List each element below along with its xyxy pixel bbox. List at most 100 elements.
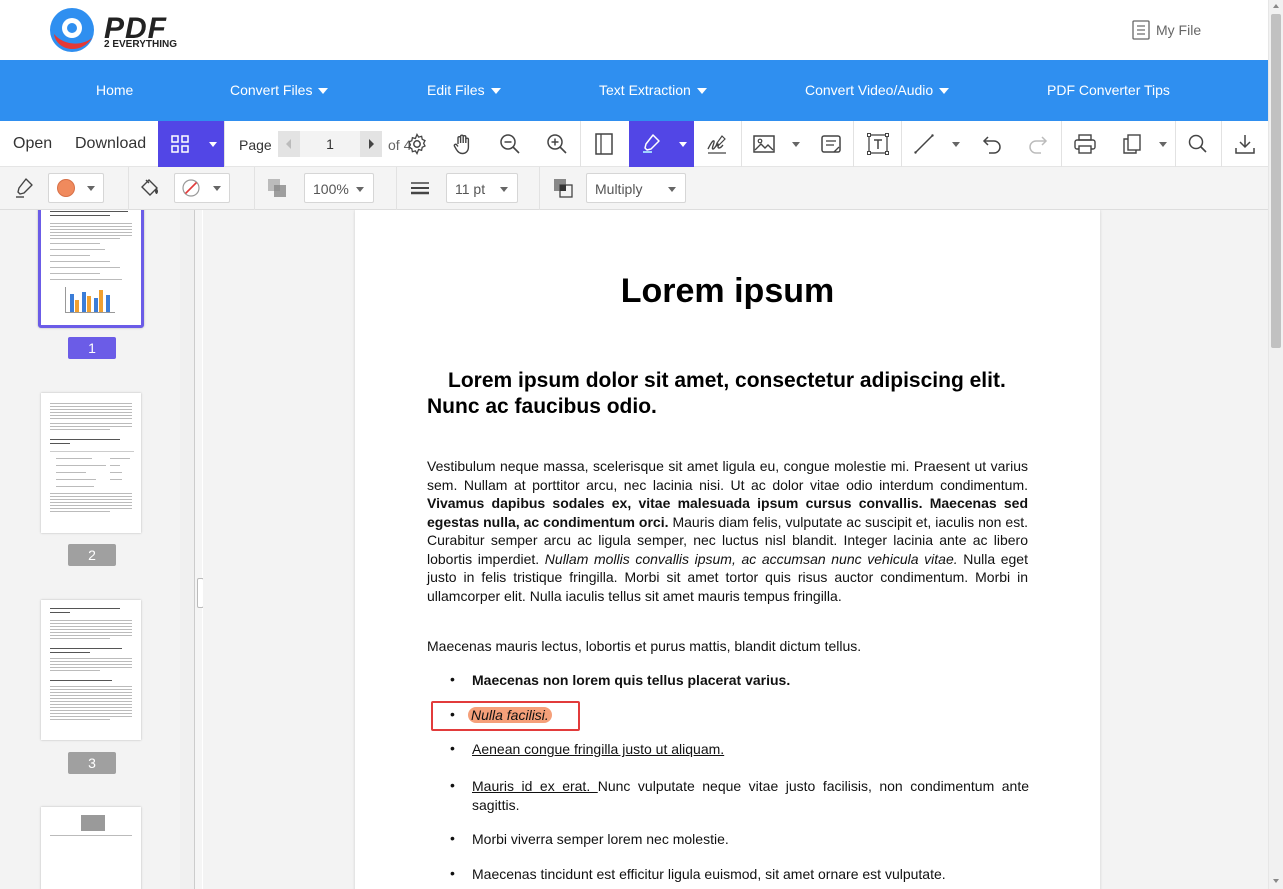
bullet-icon: • xyxy=(450,740,455,756)
search-button[interactable] xyxy=(1186,132,1210,156)
zoom-in-button[interactable] xyxy=(545,132,569,156)
chevron-down-icon xyxy=(87,186,95,191)
next-page-button[interactable] xyxy=(360,131,382,157)
highlight-tool-button[interactable] xyxy=(629,121,694,167)
chevron-down-icon xyxy=(939,87,950,94)
scroll-up-icon[interactable] xyxy=(1273,4,1279,8)
page-number-badge-1[interactable]: 1 xyxy=(68,337,116,359)
sidebar-scrollbar[interactable] xyxy=(180,210,194,889)
download-button[interactable]: Download xyxy=(75,135,146,153)
page-thumbnail-1[interactable] xyxy=(38,210,144,328)
document-heading: Lorem ipsum dolor sit amet, consectetur … xyxy=(427,369,1006,418)
thickness-select[interactable]: 11 pt xyxy=(446,173,518,203)
settings-button[interactable] xyxy=(405,132,429,156)
page-thumbnail-4[interactable] xyxy=(41,807,141,889)
toolbar-separator xyxy=(254,167,255,210)
list-item-text: Maecenas non lorem quis tellus placerat … xyxy=(472,672,791,688)
chevron-down-icon xyxy=(500,187,508,192)
scrollbar-thumb[interactable] xyxy=(1271,14,1281,348)
nav-convert-video-audio[interactable]: Convert Video/Audio xyxy=(805,60,950,121)
page-number-badge-3[interactable]: 3 xyxy=(68,752,116,774)
chevron-right-icon xyxy=(369,139,374,149)
line-tool-button[interactable] xyxy=(912,132,936,156)
open-button[interactable]: Open xyxy=(13,135,52,153)
chevron-down-icon xyxy=(209,142,217,147)
thumbnail-view-button[interactable] xyxy=(158,121,224,167)
nav-convert-files[interactable]: Convert Files xyxy=(230,60,329,121)
pen-icon xyxy=(16,178,33,198)
thumbnail-chart xyxy=(65,287,115,313)
note-button[interactable] xyxy=(819,132,843,156)
text-box-button[interactable] xyxy=(866,132,890,156)
redo-button[interactable] xyxy=(1026,132,1050,156)
app: PDF 2 EVERYTHING My File Home Convert Fi… xyxy=(0,0,1283,889)
chevron-down-icon xyxy=(679,142,687,147)
annotation-selection-box[interactable] xyxy=(431,701,580,731)
chevron-down-icon[interactable] xyxy=(1159,142,1167,147)
insert-image-button[interactable] xyxy=(752,132,776,156)
fill-color-picker[interactable] xyxy=(174,173,230,203)
nav-pdf-converter-tips[interactable]: PDF Converter Tips xyxy=(1047,60,1170,121)
export-button[interactable] xyxy=(1120,132,1144,156)
bullet-icon: • xyxy=(450,865,455,881)
blend-mode-icon xyxy=(554,179,573,198)
stroke-tool[interactable] xyxy=(12,176,36,200)
document-paragraph-1: Vestibulum neque massa, scelerisque sit … xyxy=(427,457,1028,605)
nav-label: Text Extraction xyxy=(599,82,691,98)
logo[interactable]: PDF 2 EVERYTHING xyxy=(46,6,186,54)
chevron-down-icon[interactable] xyxy=(792,142,800,147)
toolbar-separator xyxy=(128,167,129,210)
chevron-down-icon xyxy=(318,87,329,94)
undo-button[interactable] xyxy=(980,132,1004,156)
page-view-button[interactable] xyxy=(592,132,616,156)
prev-page-button[interactable] xyxy=(278,131,300,157)
chevron-down-icon xyxy=(668,187,676,192)
hand-icon xyxy=(453,134,470,155)
format-toolbar: 100% 11 pt Multiply xyxy=(0,167,1268,210)
chevron-left-icon xyxy=(286,139,291,149)
opacity-select[interactable]: 100% xyxy=(304,173,374,203)
stroke-color-picker[interactable] xyxy=(48,173,104,203)
chevron-down-icon[interactable] xyxy=(952,142,960,147)
page-thumbnail-2[interactable] xyxy=(41,393,141,533)
no-color-icon xyxy=(182,179,200,197)
nav-text-extraction[interactable]: Text Extraction xyxy=(599,60,707,121)
document-title: Lorem ipsum xyxy=(620,272,835,310)
signature-button[interactable] xyxy=(705,132,729,156)
scroll-down-icon[interactable] xyxy=(1273,879,1279,883)
toolbar-separator xyxy=(853,121,854,167)
list-item-text: Maecenas tincidunt est efficitur ligula … xyxy=(472,866,946,882)
opacity-icon xyxy=(268,179,286,197)
download-icon-button[interactable] xyxy=(1233,132,1257,156)
opacity-value: 100% xyxy=(313,181,349,197)
blend-mode-select[interactable]: Multiply xyxy=(586,173,686,203)
note-icon xyxy=(821,135,841,153)
nav-home[interactable]: Home xyxy=(96,60,133,121)
page-number-badge-2[interactable]: 2 xyxy=(68,544,116,566)
page-label: Page xyxy=(239,137,272,153)
zoom-out-button[interactable] xyxy=(498,132,522,156)
toolbar-separator xyxy=(901,121,902,167)
pan-tool-button[interactable] xyxy=(451,132,475,156)
nav-edit-files[interactable]: Edit Files xyxy=(427,60,501,121)
document-viewer: Lorem ipsum Lorem ipsum dolor sit amet, … xyxy=(203,210,1268,889)
thumbnail-image xyxy=(81,815,105,831)
my-file-link[interactable]: My File xyxy=(1132,20,1201,40)
chevron-down-icon xyxy=(490,87,501,94)
page-number-input[interactable] xyxy=(300,131,360,157)
highlighter-icon xyxy=(643,134,660,153)
page-scrollbar[interactable] xyxy=(1268,0,1283,889)
grid-icon xyxy=(171,135,189,153)
nav-label: Home xyxy=(96,82,134,98)
page-thumbnail-3[interactable] xyxy=(41,600,141,740)
chevron-down-icon xyxy=(356,187,364,192)
file-icon xyxy=(1132,20,1150,40)
print-button[interactable] xyxy=(1073,132,1097,156)
opacity-icon-button xyxy=(265,176,289,200)
line-icon xyxy=(914,134,934,154)
fill-tool[interactable] xyxy=(138,176,162,200)
blend-mode-icon-button xyxy=(551,176,575,200)
color-swatch xyxy=(57,179,75,197)
toolbar-separator xyxy=(539,167,540,210)
zoom-out-icon xyxy=(500,134,520,154)
